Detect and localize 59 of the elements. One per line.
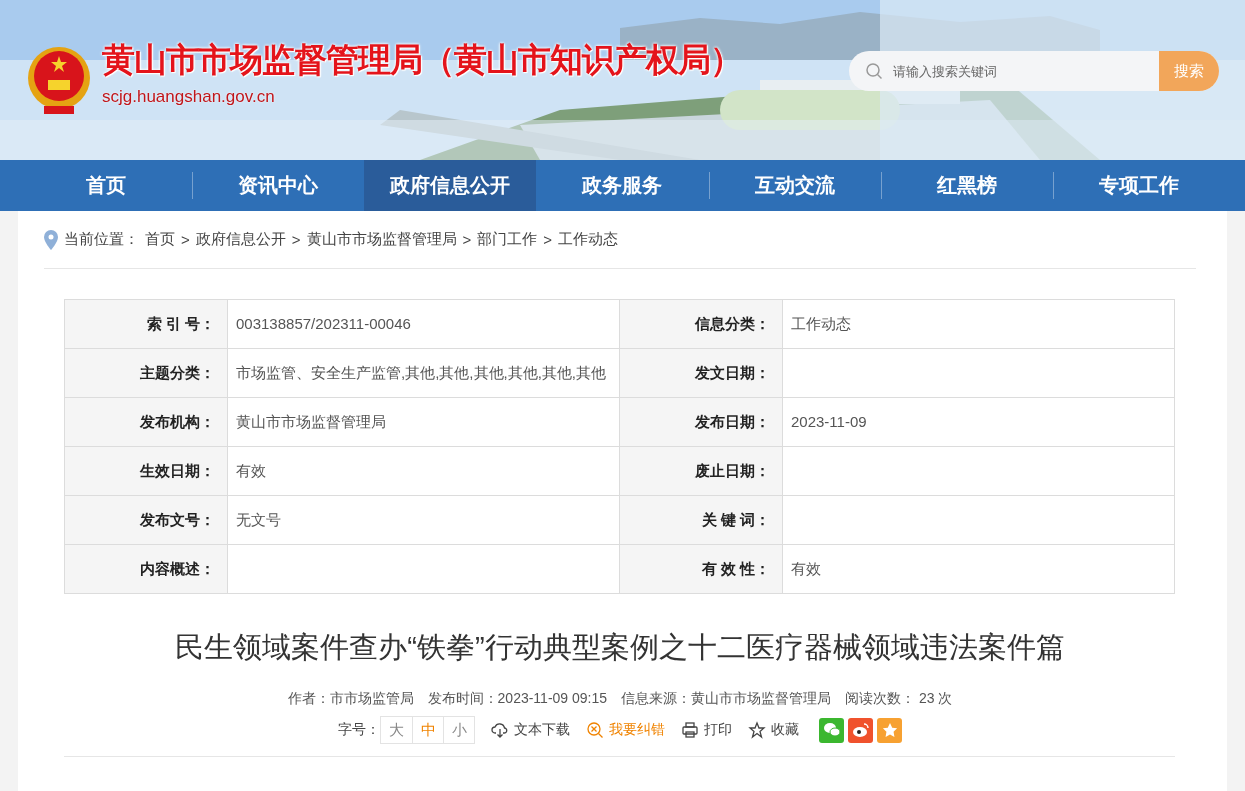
field-label: 有 效 性： <box>619 544 783 594</box>
nav-tab[interactable]: 红黑榜 <box>880 160 1053 211</box>
field-value: 工作动态 <box>782 299 1175 349</box>
breadcrumb-link[interactable]: 工作动态 <box>558 230 619 249</box>
wechat-share-icon[interactable] <box>819 717 844 743</box>
font-size-label: 字号： <box>338 721 380 739</box>
qzone-share-icon[interactable] <box>877 717 902 743</box>
search-icon <box>865 62 883 80</box>
article-meta: 作者：市市场监管局 <box>287 690 414 708</box>
field-value: 无文号 <box>227 495 620 545</box>
field-label: 发布日期： <box>619 397 783 447</box>
field-label: 生效日期： <box>64 446 228 496</box>
article-meta: 阅读次数： 23 次 <box>845 690 953 708</box>
nav-tab[interactable]: 政务服务 <box>536 160 709 211</box>
field-label: 发布机构： <box>64 397 228 447</box>
nav-tab[interactable]: 政府信息公开 <box>364 160 537 211</box>
download-link[interactable]: 文本下载 <box>491 721 570 739</box>
field-label: 关 键 词： <box>619 495 783 545</box>
report-link[interactable]: 我要纠错 <box>586 721 665 739</box>
field-label: 发文日期： <box>619 348 783 398</box>
breadcrumb-label: 当前位置： <box>64 230 139 249</box>
breadcrumb-separator: > <box>462 231 472 248</box>
breadcrumb-link[interactable]: 首页 <box>145 230 175 249</box>
nav-tab[interactable]: 互动交流 <box>708 160 881 211</box>
field-label: 索 引 号： <box>64 299 228 349</box>
star-icon <box>748 721 766 739</box>
field-value: 有效 <box>227 446 620 496</box>
field-value: 003138857/202311-00046 <box>227 299 620 349</box>
article-meta: 信息来源：黄山市市场监督管理局 <box>621 690 832 708</box>
breadcrumb-separator: > <box>181 231 190 248</box>
breadcrumb-link[interactable]: 黄山市市场监督管理局 <box>306 230 457 249</box>
field-value: 有效 <box>782 544 1175 594</box>
site-domain: scjg.huangshan.gov.cn <box>102 86 276 107</box>
breadcrumb-separator: > <box>291 231 301 248</box>
favorite-link[interactable]: 收藏 <box>748 721 799 739</box>
field-label: 废止日期： <box>619 446 783 496</box>
printer-icon <box>681 721 699 739</box>
field-label: 主题分类： <box>64 348 228 398</box>
cloud-download-icon <box>491 721 509 739</box>
field-value: 2023-11-09 <box>782 397 1175 447</box>
field-value: 市场监管、安全生产监管,其他,其他,其他,其他,其他,其他 <box>227 348 620 398</box>
weibo-share-icon[interactable] <box>848 717 873 743</box>
print-link[interactable]: 打印 <box>681 721 732 739</box>
nav-tab[interactable]: 资讯中心 <box>192 160 365 211</box>
circle-x-icon <box>586 721 604 739</box>
site-title: 黄山市市场监督管理局（黄山市知识产权局） <box>102 38 742 81</box>
breadcrumb-separator: > <box>543 231 553 248</box>
field-label: 发布文号： <box>64 495 228 545</box>
field-label: 信息分类： <box>619 299 783 349</box>
field-value: 黄山市市场监督管理局 <box>227 397 620 447</box>
breadcrumb-link[interactable]: 部门工作 <box>477 230 538 249</box>
nav-tab[interactable]: 专项工作 <box>1052 160 1225 211</box>
article-meta: 发布时间：2023-11-09 09:15 <box>427 690 608 708</box>
field-label: 内容概述： <box>64 544 228 594</box>
emblem-icon <box>26 44 92 116</box>
location-pin-icon <box>44 229 58 250</box>
breadcrumb-link[interactable]: 政府信息公开 <box>195 230 286 249</box>
nav-tab[interactable]: 首页 <box>20 160 193 211</box>
article-title: 民生领域案件查办“铁拳”行动典型案例之十二医疗器械领域违法案件篇 <box>174 630 1066 665</box>
